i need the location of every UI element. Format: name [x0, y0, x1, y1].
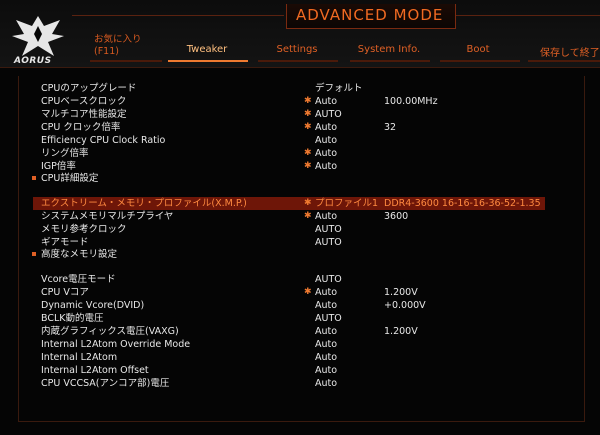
mode-title: ADVANCED MODE [296, 6, 444, 24]
changed-star-icon: ✱ [304, 96, 312, 106]
setting-value: Auto [315, 96, 338, 107]
header-bar: AORUS ADVANCED MODE お気に入り (F11) Tweaker … [0, 0, 600, 68]
setting-value: Auto [315, 378, 338, 389]
setting-value: Auto [315, 135, 338, 146]
setting-label: Dynamic Vcore(DVID) [41, 300, 145, 311]
tab-underline-active [168, 60, 248, 62]
logo-text: AORUS [14, 56, 52, 66]
setting-current-value: +0.000V [384, 300, 426, 311]
setting-row-vccsa-voltage[interactable]: CPU VCCSA(アンコア部)電圧 Auto [0, 377, 600, 390]
setting-value: Auto [315, 339, 338, 350]
tab-boot[interactable]: Boot [437, 44, 519, 55]
setting-value: プロファイル1 [315, 198, 379, 209]
changed-star-icon: ✱ [304, 198, 312, 208]
favorites-hotkey: (F11) [94, 46, 119, 57]
setting-current-value: DDR4-3600 16-16-16-36-52-1.35 [384, 198, 541, 209]
setting-value: AUTO [315, 109, 342, 120]
setting-value: AUTO [315, 274, 342, 285]
submenu-cpu-advanced-settings[interactable]: CPU詳細設定 [0, 172, 600, 185]
setting-value: Auto [315, 211, 338, 222]
tab-underline [528, 60, 600, 62]
save-and-exit-button[interactable]: 保存して終了 [540, 44, 600, 59]
setting-row-memory-reference-clock[interactable]: メモリ参考クロック AUTO [0, 223, 600, 236]
setting-row-vaxg-voltage[interactable]: 内蔵グラフィックス電圧(VAXG) Auto 1.200V [0, 325, 600, 338]
setting-label: システムメモリマルチプライヤ [41, 211, 174, 222]
setting-row-cpu-vcore[interactable]: CPU Vコア ✱ Auto 1.200V [0, 286, 600, 299]
setting-value: Auto [315, 287, 338, 298]
setting-value: Auto [315, 148, 338, 159]
tab-underline [90, 60, 162, 62]
setting-value: Auto [315, 365, 338, 376]
setting-label: CPU詳細設定 [41, 173, 99, 184]
setting-label: 内蔵グラフィックス電圧(VAXG) [41, 326, 179, 337]
setting-row-bclk-dynamic-voltage[interactable]: BCLK動的電圧 AUTO [0, 312, 600, 325]
setting-current-value: 100.00MHz [384, 96, 438, 107]
setting-current-value: 32 [384, 122, 397, 133]
setting-value: Auto [315, 122, 338, 133]
setting-label: メモリ参考クロック [41, 224, 127, 235]
setting-row-cpu-clock-ratio[interactable]: CPU クロック倍率 ✱ Auto 32 [0, 121, 600, 134]
changed-star-icon: ✱ [304, 109, 312, 119]
changed-star-icon: ✱ [304, 122, 312, 132]
tab-underline [258, 60, 338, 62]
setting-row-l2atom-offset[interactable]: Internal L2Atom Offset Auto [0, 364, 600, 377]
setting-value: Auto [315, 326, 338, 337]
setting-label: 高度なメモリ設定 [41, 249, 118, 260]
tab-settings[interactable]: Settings [256, 44, 338, 55]
changed-star-icon: ✱ [304, 148, 312, 158]
setting-row-cpu-base-clock[interactable]: CPUベースクロック ✱ Auto 100.00MHz [0, 95, 600, 108]
favorites-button[interactable]: お気に入り (F11) [94, 34, 142, 58]
setting-current-value: 1.200V [384, 287, 418, 298]
setting-value: Auto [315, 300, 338, 311]
setting-label: エクストリーム・メモリ・プロファイル(X.M.P.) [41, 198, 247, 209]
setting-row-l2atom-override-mode[interactable]: Internal L2Atom Override Mode Auto [0, 338, 600, 351]
submenu-advanced-memory-settings[interactable]: 高度なメモリ設定 [0, 248, 600, 261]
setting-row-ring-ratio[interactable]: リング倍率 ✱ Auto [0, 147, 600, 160]
setting-label: CPU VCCSA(アンコア部)電圧 [41, 378, 170, 389]
setting-value: AUTO [315, 313, 342, 324]
header-divider [0, 67, 600, 68]
tab-underline [350, 60, 430, 62]
setting-label: CPU クロック倍率 [41, 122, 121, 133]
setting-label: CPUベースクロック [41, 96, 127, 107]
setting-label: Vcore電圧モード [41, 274, 116, 285]
setting-current-value: 1.200V [384, 326, 418, 337]
setting-value: デフォルト [315, 83, 363, 94]
tab-tweaker[interactable]: Tweaker [166, 44, 248, 55]
setting-label: マルチコア性能設定 [41, 109, 127, 120]
setting-row-l2atom[interactable]: Internal L2Atom Auto [0, 351, 600, 364]
setting-label: CPU Vコア [41, 287, 89, 298]
setting-row-efficiency-cpu-clock-ratio[interactable]: Efficiency CPU Clock Ratio Auto [0, 134, 600, 147]
changed-star-icon: ✱ [304, 211, 312, 221]
changed-star-icon: ✱ [304, 287, 312, 297]
tab-underline [440, 60, 520, 62]
header-deco-line-right [456, 15, 600, 16]
setting-label: CPUのアップグレード [41, 83, 137, 94]
setting-row-xmp-profile[interactable]: エクストリーム・メモリ・プロファイル(X.M.P.) ✱ プロファイル1 DDR… [33, 197, 545, 210]
setting-row-memory-multiplier[interactable]: システムメモリマルチプライヤ ✱ Auto 3600 [0, 210, 600, 223]
favorites-label: お気に入り [94, 34, 142, 45]
setting-label: Internal L2Atom Offset [41, 365, 149, 376]
header-deco-line-left [72, 15, 284, 16]
setting-value: AUTO [315, 224, 342, 235]
setting-label: BCLK動的電圧 [41, 313, 104, 324]
submenu-bullet-icon [32, 252, 36, 256]
submenu-bullet-icon [32, 176, 36, 180]
setting-label: Efficiency CPU Clock Ratio [41, 135, 166, 146]
setting-label: Internal L2Atom [41, 352, 118, 363]
setting-row-dynamic-vcore[interactable]: Dynamic Vcore(DVID) Auto +0.000V [0, 299, 600, 312]
setting-row-cpu-upgrade[interactable]: CPUのアップグレード デフォルト [0, 82, 600, 95]
tab-system-info[interactable]: System Info. [348, 44, 430, 55]
setting-value: Auto [315, 352, 338, 363]
setting-label: Internal L2Atom Override Mode [41, 339, 191, 350]
setting-row-vcore-mode[interactable]: Vcore電圧モード AUTO [0, 273, 600, 286]
setting-current-value: 3600 [384, 211, 409, 222]
setting-label: リング倍率 [41, 148, 89, 159]
setting-row-multicore-performance[interactable]: マルチコア性能設定 ✱ AUTO [0, 108, 600, 121]
